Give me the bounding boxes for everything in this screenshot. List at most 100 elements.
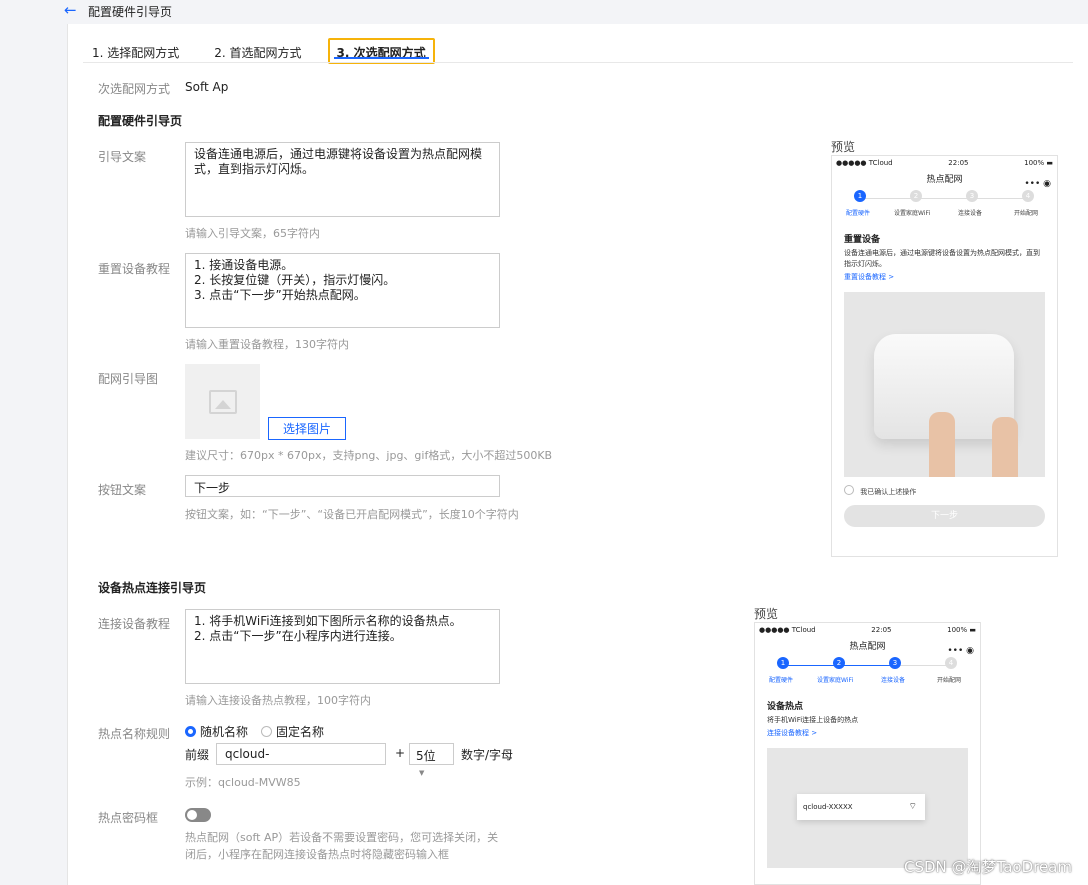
radio-random[interactable]: 随机名称 xyxy=(185,723,248,740)
guide-text-hint: 请输入引导文案，65字符内 xyxy=(185,227,320,240)
wifi-item: qcloud-XXXXX ⌔ xyxy=(797,794,925,820)
arrow-left-icon[interactable]: ← xyxy=(64,1,77,19)
digits-value: 5位 xyxy=(416,749,436,763)
connect-tutorial-textarea[interactable]: 1. 将手机WiFi连接到如下图所示名称的设备热点。 2. 点击“下一步”在小程… xyxy=(185,609,500,684)
step-dot: 2 xyxy=(910,190,922,202)
radio-fixed-label: 固定名称 xyxy=(276,725,325,739)
reset-tutorial-textarea[interactable]: 1. 接通设备电源。 2. 长按复位键（开关），指示灯慢闪。 3. 点击“下一步… xyxy=(185,253,500,328)
clock: 22:05 xyxy=(948,159,969,167)
carrier: ●●●●● TCloud xyxy=(836,159,893,167)
step-label: 配置硬件 xyxy=(769,677,794,684)
secondary-method-value: Soft Ap xyxy=(185,80,229,94)
image-icon xyxy=(208,389,237,414)
prefix-input[interactable]: qcloud- xyxy=(216,743,386,765)
clock: 22:05 xyxy=(871,626,892,634)
preview-heading: 重置设备 xyxy=(844,235,881,245)
confirm-text: 我已确认上述操作 xyxy=(860,488,917,496)
guide-image-label: 配网引导图 xyxy=(98,372,159,386)
tab-select-method[interactable]: 1. 选择配网方式 xyxy=(83,38,188,64)
image-placeholder xyxy=(185,364,260,439)
preview-link: 连接设备教程 > xyxy=(767,729,818,737)
step-dot: 1 xyxy=(777,657,789,669)
suffix-label: 数字/字母 xyxy=(461,748,514,762)
hand-image xyxy=(992,417,1018,477)
phone-preview-2: ●●●●● TCloud 22:05 100% ▬ 热点配网 ••• ◉ 1 2… xyxy=(754,622,981,885)
guide-image-hint: 建议尺寸：670px * 670px，支持png、jpg、gif格式，大小不超过… xyxy=(185,449,553,462)
preview-desc: 将手机WiFi连接上设备的热点 xyxy=(767,716,859,724)
tab-primary-method[interactable]: 2. 首选配网方式 xyxy=(205,38,310,64)
battery: 100% ▬ xyxy=(947,626,976,634)
reset-tutorial-hint: 请输入重置设备教程，130字符内 xyxy=(185,338,349,351)
plus-sign: + xyxy=(395,746,406,760)
header: ← 配置硬件引导页 xyxy=(0,0,1088,22)
button-text-label: 按钮文案 xyxy=(98,483,147,497)
step-label: 设置家庭WiFi xyxy=(817,677,854,684)
step-dot: 3 xyxy=(966,190,978,202)
confirm-row[interactable]: 我已确认上述操作 xyxy=(844,485,1045,497)
nav-title: 热点配网 xyxy=(926,175,963,185)
step-label: 连接设备 xyxy=(881,677,906,684)
radio-random-circle[interactable] xyxy=(185,726,196,737)
password-toggle[interactable] xyxy=(185,808,211,822)
page-title: 配置硬件引导页 xyxy=(88,5,173,19)
tab-bar: 1. 选择配网方式 2. 首选配网方式 3. 次选配网方式 xyxy=(83,38,452,64)
battery: 100% ▬ xyxy=(1024,159,1053,167)
radio-random-label: 随机名称 xyxy=(200,725,249,739)
hotspot-section-title: 设备热点连接引导页 xyxy=(98,581,207,595)
next-button[interactable]: 下一步 xyxy=(844,505,1045,527)
tab-divider xyxy=(83,62,1073,63)
step-label: 设置家庭WiFi xyxy=(894,210,931,217)
nav-bar: 热点配网 ••• ◉ xyxy=(832,170,1057,190)
step-label: 开始配网 xyxy=(937,677,962,684)
guide-section-title: 配置硬件引导页 xyxy=(98,114,183,128)
name-example: 示例：qcloud-MVW85 xyxy=(185,776,301,789)
guide-text-textarea[interactable]: 设备连通电源后，通过电源键将设备设置为热点配网模式，直到指示灯闪烁。 xyxy=(185,142,500,217)
secondary-method-label: 次选配网方式 xyxy=(98,82,171,96)
step-line xyxy=(895,665,953,666)
hand-image xyxy=(929,412,955,477)
preview-link: 重置设备教程 > xyxy=(844,273,895,281)
nav-bar: 热点配网 ••• ◉ xyxy=(755,637,980,657)
nav-title: 热点配网 xyxy=(849,642,886,652)
digits-select[interactable]: 5位 ▼ xyxy=(409,743,454,777)
step-label: 连接设备 xyxy=(958,210,983,217)
phone-preview-1: ●●●●● TCloud 22:05 100% ▬ 热点配网 ••• ◉ 1 2… xyxy=(831,155,1058,557)
password-box-label: 热点密码框 xyxy=(98,811,159,825)
confirm-radio[interactable] xyxy=(844,485,854,495)
button-text-input[interactable]: 下一步 xyxy=(185,475,500,497)
step-line xyxy=(860,198,1030,199)
connect-tutorial-hint: 请输入连接设备热点教程，100字符内 xyxy=(185,694,371,707)
watermark: CSDN @淘梦TaoDream xyxy=(903,858,1072,876)
step-dot: 3 xyxy=(889,657,901,669)
main-card: 1. 选择配网方式 2. 首选配网方式 3. 次选配网方式 次选配网方式 Sof… xyxy=(67,24,1088,885)
step-indicator: 1 2 3 4 配置硬件 设置家庭WiFi 连接设备 开始配网 xyxy=(755,657,980,685)
preview-desc: 设备连通电源后，通过电源键将设备设置为热点配网模式，直到指示灯闪烁。 xyxy=(844,249,1040,268)
tab-secondary-method[interactable]: 3. 次选配网方式 xyxy=(327,38,435,64)
step-dot: 1 xyxy=(854,190,866,202)
wifi-name: qcloud-XXXXX xyxy=(803,803,853,811)
status-bar: ●●●●● TCloud 22:05 100% ▬ xyxy=(832,156,1057,170)
radio-fixed-circle[interactable] xyxy=(261,726,272,737)
wifi-list-illustration: qcloud-XXXXX ⌔ xyxy=(767,748,968,868)
radio-fixed[interactable]: 固定名称 xyxy=(261,723,324,740)
name-rule-label: 热点名称规则 xyxy=(98,727,171,741)
reset-tutorial-label: 重置设备教程 xyxy=(98,262,171,276)
preview-heading: 设备热点 xyxy=(767,702,804,712)
carrier: ●●●●● TCloud xyxy=(759,626,816,634)
step-indicator: 1 2 3 4 配置硬件 设置家庭WiFi 连接设备 开始配网 xyxy=(832,190,1057,218)
step-dot: 4 xyxy=(1022,190,1034,202)
preview-label: 预览 xyxy=(831,140,856,154)
select-image-button[interactable]: 选择图片 xyxy=(268,417,347,440)
step-dot: 4 xyxy=(945,657,957,669)
preview-label: 预览 xyxy=(754,607,779,621)
password-box-hint: 热点配网（soft AP）若设备不需要设置密码，您可选择关闭，关闭后，小程序在配… xyxy=(185,831,499,861)
status-bar: ●●●●● TCloud 22:05 100% ▬ xyxy=(755,623,980,637)
connect-tutorial-label: 连接设备教程 xyxy=(98,617,171,631)
device-illustration xyxy=(844,292,1045,477)
prefix-label: 前缀 xyxy=(185,748,210,762)
button-text-hint: 按钮文案，如：“下一步”、“设备已开启配网模式”，长度10个字符内 xyxy=(185,508,519,521)
step-label: 配置硬件 xyxy=(846,210,871,217)
chevron-down-icon: ▼ xyxy=(419,769,425,777)
step-dot: 2 xyxy=(833,657,845,669)
step-label: 开始配网 xyxy=(1014,210,1039,217)
